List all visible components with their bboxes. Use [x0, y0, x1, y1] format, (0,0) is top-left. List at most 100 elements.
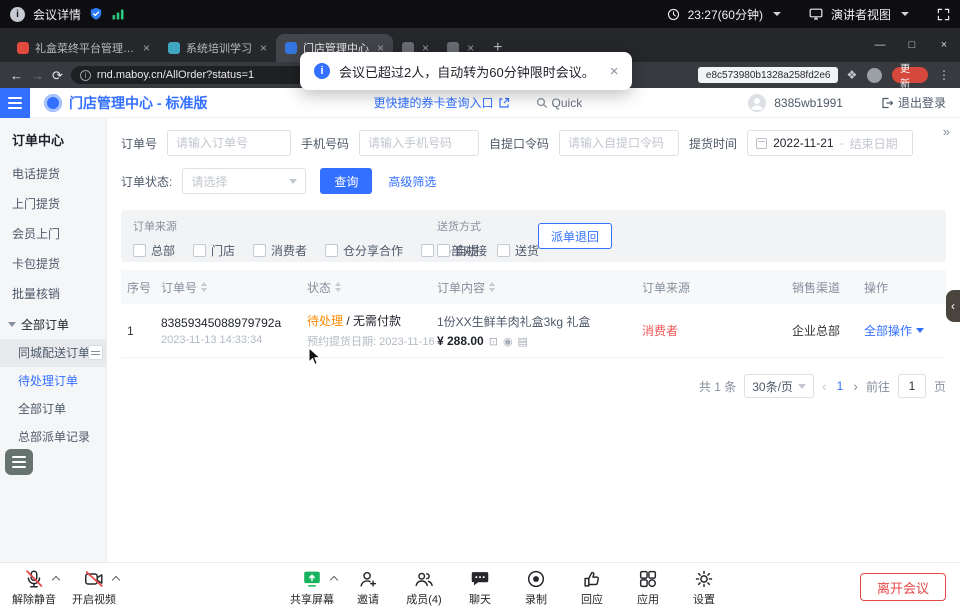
phone-input[interactable]	[359, 130, 479, 156]
chat-button[interactable]: 聊天	[456, 568, 504, 607]
sidebar-item-city-delivery[interactable]: 同城配送订单	[0, 339, 106, 367]
sidebar-item-card-pickup[interactable]: 卡包提货	[0, 249, 106, 279]
start-video-button[interactable]: 开启视频	[70, 568, 118, 607]
sidebar-item-door-pickup[interactable]: 上门提货	[0, 189, 106, 219]
sidebar-item-phone-pickup[interactable]: 电话提货	[0, 159, 106, 189]
table-header-row: 序号 订单号 状态 订单内容 订单来源 销售渠道 操作	[121, 270, 946, 304]
image-mini-icon[interactable]: ⊡	[489, 335, 498, 348]
sort-icon[interactable]	[335, 282, 341, 292]
tab-close-icon[interactable]: ×	[260, 41, 267, 55]
page-size-select[interactable]: 30条/页	[744, 374, 814, 398]
tab-close-icon[interactable]: ×	[143, 41, 150, 55]
quick-search[interactable]: Quick	[536, 96, 583, 110]
drag-handle-icon[interactable]	[88, 345, 103, 360]
invite-button[interactable]: 邀请	[344, 568, 392, 607]
members-button[interactable]: 成员(4)	[400, 568, 448, 607]
meeting-details-label[interactable]: 会议详情	[33, 6, 81, 23]
dispatch-return-button[interactable]: 派单退回	[538, 223, 612, 249]
goto-page-input[interactable]	[898, 374, 926, 398]
order-status-select[interactable]: 请选择	[182, 168, 306, 194]
sidebar-group-all-orders[interactable]: 全部订单	[0, 309, 106, 339]
checkbox-icon[interactable]	[437, 244, 450, 257]
sidebar-item-all-orders[interactable]: 全部订单	[0, 395, 106, 423]
toast-close-icon[interactable]: ×	[610, 63, 619, 80]
pickup-code-input[interactable]	[559, 130, 679, 156]
collapse-filters-icon[interactable]: »	[943, 124, 950, 139]
username[interactable]: 8385wb1991	[774, 96, 843, 110]
row-actions-dropdown[interactable]: 全部操作	[864, 322, 946, 339]
settings-button[interactable]: 设置	[680, 568, 728, 607]
window-maximize-button[interactable]: □	[896, 28, 928, 62]
sidebar-item-batch-verify[interactable]: 批量核销	[0, 279, 106, 309]
share-options-caret-icon[interactable]	[331, 577, 337, 583]
browser-menu-icon[interactable]: ⋮	[938, 68, 950, 82]
checkbox-delivery-deliver[interactable]: 送货	[497, 242, 539, 259]
checkbox-icon[interactable]	[193, 244, 206, 257]
unmute-button[interactable]: 解除静音	[10, 568, 58, 607]
checkbox-source-consumer[interactable]: 消费者	[253, 242, 307, 259]
checkbox-icon[interactable]	[133, 244, 146, 257]
share-screen-button[interactable]: 共享屏幕	[288, 568, 336, 607]
col-content[interactable]: 订单内容	[437, 279, 642, 296]
order-no-input[interactable]	[167, 130, 291, 156]
checkbox-source-share-coop[interactable]: 仓分享合作	[325, 242, 403, 259]
window-close-button[interactable]: ×	[928, 28, 960, 62]
view-caret-icon[interactable]	[901, 12, 909, 16]
security-shield-icon[interactable]	[89, 7, 103, 21]
view-mode-label[interactable]: 演讲者视图	[831, 6, 891, 23]
back-button[interactable]: ←	[10, 69, 23, 82]
search-button[interactable]: 查询	[320, 168, 372, 194]
session-pill[interactable]: e8c573980b1328a258fd2e6	[698, 67, 839, 83]
sidebar-item-hq-dispatch-log[interactable]: 总部派单记录	[0, 423, 106, 451]
checkbox-source-store[interactable]: 门店	[193, 242, 235, 259]
browser-profile-avatar[interactable]	[867, 68, 882, 83]
sidebar-item-pending-orders[interactable]: 待处理订单	[0, 367, 106, 395]
coupon-query-link[interactable]: 更快捷的券卡查询入口	[374, 94, 510, 111]
date-end-placeholder[interactable]: 结束日期	[850, 135, 898, 152]
date-range-picker[interactable]: 2022-11-21 - 结束日期	[747, 130, 913, 156]
sidebar-sub-label: 总部派单记录	[18, 430, 90, 444]
browser-tab-2[interactable]: 系统培训学习 ×	[159, 34, 276, 62]
leave-meeting-button[interactable]: 离开会议	[860, 573, 946, 601]
browser-update-button[interactable]: 更新	[892, 67, 928, 83]
prev-page-button[interactable]: ‹	[822, 379, 827, 393]
reload-button[interactable]: ⟳	[52, 69, 63, 82]
fullscreen-icon[interactable]	[937, 8, 950, 21]
forward-button[interactable]: →	[31, 69, 44, 82]
window-minimize-button[interactable]: —	[864, 28, 896, 62]
extensions-icon[interactable]: ❖	[846, 68, 857, 82]
logout-button[interactable]: 退出登录	[881, 94, 946, 111]
note-mini-icon[interactable]: ▤	[518, 335, 528, 348]
meeting-info-icon[interactable]: i	[10, 7, 25, 22]
checkbox-source-hq[interactable]: 总部	[133, 242, 175, 259]
timer-caret-icon[interactable]	[773, 12, 781, 16]
browser-tab-1[interactable]: 礼盒菜终平台管理中心 ×	[8, 34, 159, 62]
site-info-icon[interactable]: i	[80, 70, 91, 81]
record-mini-icon[interactable]: ◉	[503, 335, 513, 348]
checkbox-icon[interactable]	[325, 244, 338, 257]
current-page[interactable]: 1	[837, 379, 844, 393]
meeting-timer[interactable]: 23:27(60分钟)	[688, 6, 763, 23]
checkbox-icon[interactable]	[253, 244, 266, 257]
reactions-button[interactable]: 回应	[568, 568, 616, 607]
checkbox-icon[interactable]	[421, 244, 434, 257]
sort-icon[interactable]	[201, 282, 207, 292]
checkbox-delivery-pickup[interactable]: 自提	[437, 242, 479, 259]
date-start-value[interactable]: 2022-11-21	[773, 136, 834, 150]
col-status[interactable]: 状态	[307, 279, 437, 296]
floating-list-widget[interactable]	[5, 449, 33, 475]
sort-icon[interactable]	[489, 282, 495, 292]
checkbox-icon[interactable]	[497, 244, 510, 257]
advanced-filter-link[interactable]: 高级筛选	[388, 173, 436, 190]
user-avatar[interactable]	[748, 94, 766, 112]
sidebar-item-member-visit[interactable]: 会员上门	[0, 219, 106, 249]
order-number[interactable]: 83859345088979792a	[161, 316, 307, 330]
record-button[interactable]: 录制	[512, 568, 560, 607]
side-panel-collapse-tab[interactable]: ‹	[946, 290, 960, 322]
app-menu-button[interactable]	[0, 88, 30, 118]
mic-options-caret-icon[interactable]	[53, 577, 59, 583]
apps-button[interactable]: 应用	[624, 568, 672, 607]
next-page-button[interactable]: ›	[853, 379, 858, 393]
video-options-caret-icon[interactable]	[113, 577, 119, 583]
col-order-no[interactable]: 订单号	[161, 279, 307, 296]
